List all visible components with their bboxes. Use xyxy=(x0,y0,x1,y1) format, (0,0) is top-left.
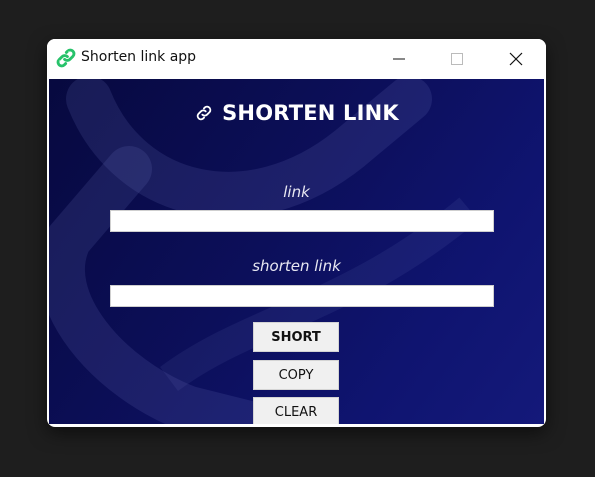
window-title: Shorten link app xyxy=(81,49,197,65)
close-icon xyxy=(509,52,523,65)
clear-button[interactable]: CLEAR xyxy=(253,397,339,424)
minimize-icon xyxy=(393,58,405,59)
heading-title: SHORTEN LINK xyxy=(222,101,399,125)
minimize-button[interactable] xyxy=(376,39,422,78)
chain-link-icon xyxy=(56,48,76,68)
shorten-link-label: shorten link xyxy=(252,257,341,275)
link-icon xyxy=(196,105,212,121)
copy-button[interactable]: COPY xyxy=(253,360,339,390)
short-button[interactable]: SHORT xyxy=(253,322,339,352)
maximize-icon xyxy=(451,52,463,65)
app-heading: SHORTEN LINK xyxy=(49,101,544,125)
shorten-link-output[interactable] xyxy=(110,285,494,307)
link-label: link xyxy=(283,183,310,201)
app-content: SHORTEN LINK link shorten link SHORT COP… xyxy=(49,79,544,424)
close-button[interactable] xyxy=(493,39,539,78)
maximize-button[interactable] xyxy=(434,39,480,78)
link-input[interactable] xyxy=(110,210,494,232)
title-bar[interactable]: Shorten link app xyxy=(47,39,546,78)
app-window: Shorten link app SHORTEN LINK link short… xyxy=(47,39,546,427)
